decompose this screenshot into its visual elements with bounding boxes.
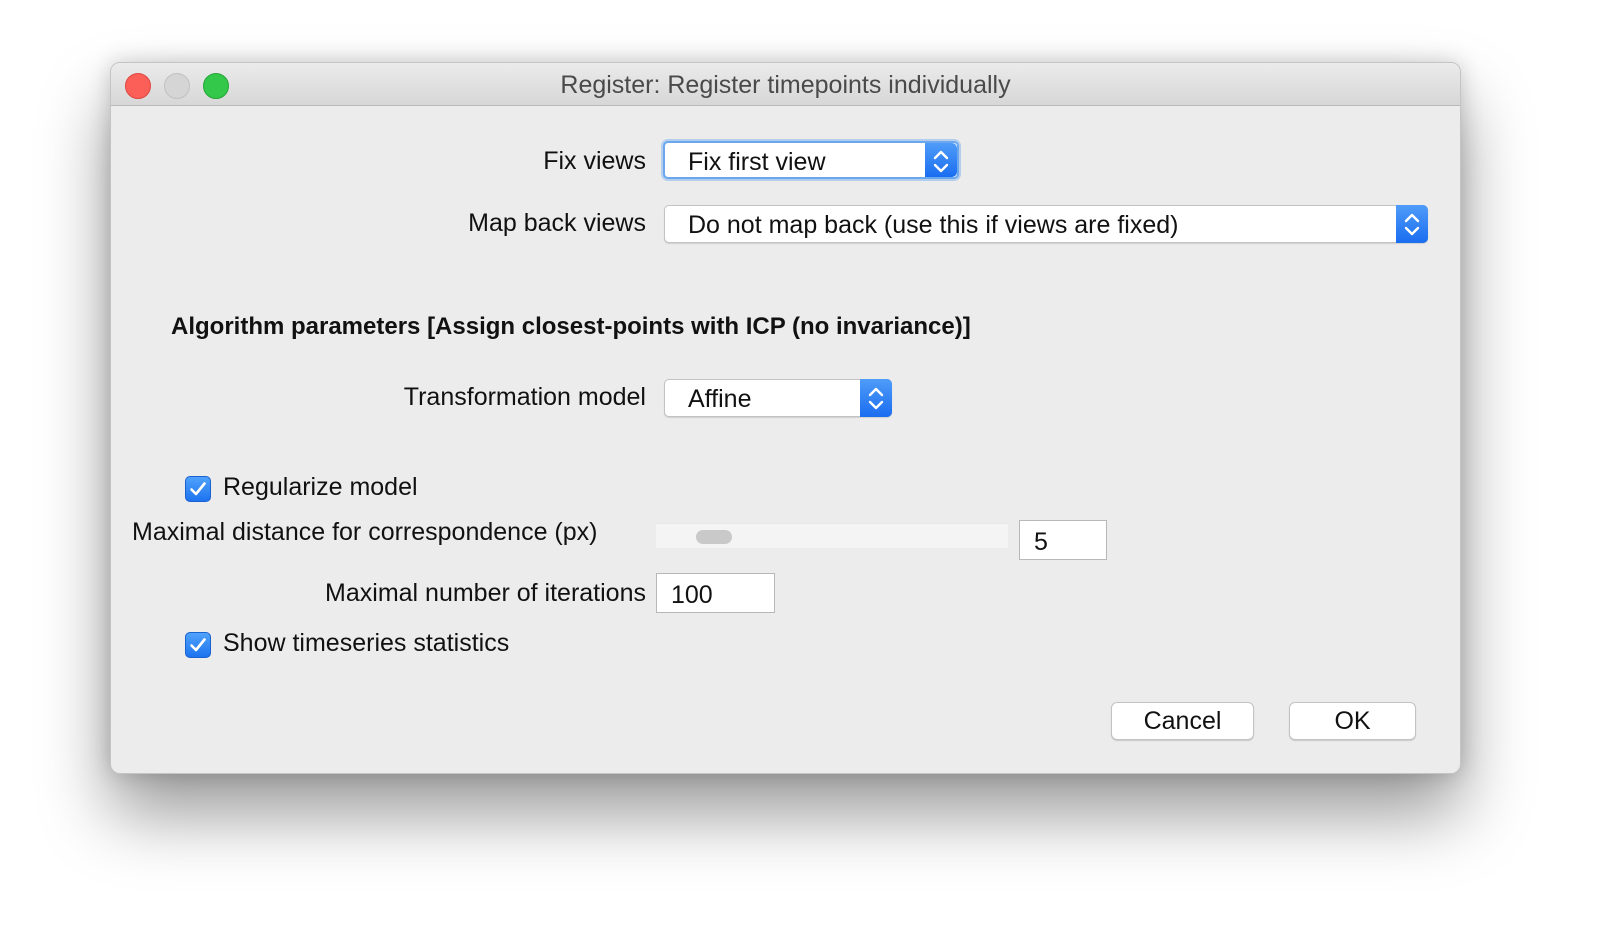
select-arrows-icon <box>860 379 892 417</box>
show-timeseries-statistics-label[interactable]: Show timeseries statistics <box>223 629 509 658</box>
max-distance-value: 5 <box>1034 528 1048 556</box>
regularize-model-label[interactable]: Regularize model <box>223 473 418 502</box>
transformation-model-select[interactable]: Affine <box>664 379 892 417</box>
max-iterations-value: 100 <box>671 581 713 609</box>
map-back-views-select[interactable]: Do not map back (use this if views are f… <box>664 205 1428 243</box>
fix-views-label: Fix views <box>543 147 646 175</box>
title-bar: Register: Register timepoints individual… <box>111 63 1460 106</box>
slider-thumb[interactable] <box>696 530 732 544</box>
max-iterations-field[interactable]: 100 <box>656 573 775 613</box>
checkmark-icon <box>190 638 206 652</box>
transformation-model-label: Transformation model <box>403 383 646 411</box>
select-arrows-icon <box>925 143 957 177</box>
show-timeseries-statistics-checkbox[interactable] <box>185 632 211 658</box>
max-distance-slider[interactable] <box>656 523 1008 548</box>
transformation-model-value: Affine <box>688 385 752 413</box>
max-distance-label: Maximal distance for correspondence (px) <box>132 518 598 546</box>
fix-views-select[interactable]: Fix first view <box>663 141 959 179</box>
max-distance-field[interactable]: 5 <box>1019 520 1107 560</box>
select-arrows-icon <box>1396 205 1428 243</box>
map-back-views-value: Do not map back (use this if views are f… <box>688 211 1179 239</box>
max-iterations-label: Maximal number of iterations <box>325 579 646 607</box>
checkmark-icon <box>190 482 206 496</box>
ok-button[interactable]: OK <box>1289 702 1416 740</box>
dialog-window: Register: Register timepoints individual… <box>110 62 1461 774</box>
regularize-model-checkbox[interactable] <box>185 476 211 502</box>
window-title: Register: Register timepoints individual… <box>560 71 1011 99</box>
algorithm-parameters-heading: Algorithm parameters [Assign closest-poi… <box>171 313 971 340</box>
fix-views-value: Fix first view <box>688 148 826 176</box>
cancel-button[interactable]: Cancel <box>1111 702 1254 740</box>
map-back-views-label: Map back views <box>468 209 646 237</box>
